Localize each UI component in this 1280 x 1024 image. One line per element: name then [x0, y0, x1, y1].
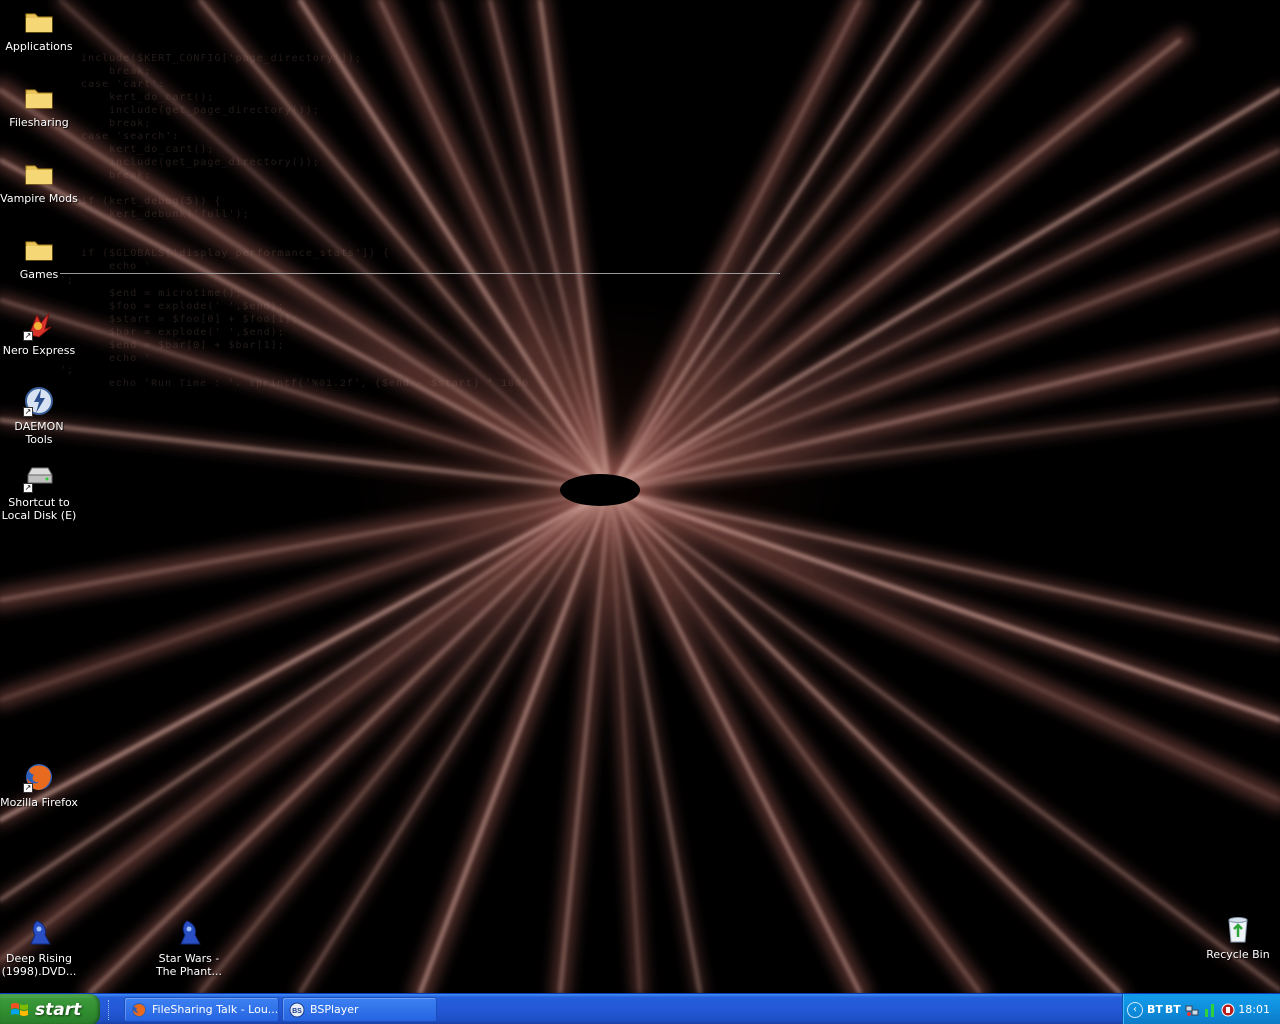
shortcut-arrow-icon: ↗: [23, 783, 33, 793]
icon-label: Shortcut to Local Disk (E): [1, 496, 77, 522]
icon-label: Games: [19, 268, 59, 281]
wallpaper-ray: [609, 149, 1280, 491]
show-hidden-icons-button[interactable]: ‹: [1127, 1001, 1143, 1018]
clock[interactable]: 18:01: [1238, 1003, 1270, 1016]
task-label: FileSharing Talk - Lou...: [152, 1003, 278, 1016]
desktop-icon-nero-express[interactable]: ↗ Nero Express: [0, 309, 78, 357]
svg-text:BS: BS: [292, 1008, 302, 1015]
media-file-icon: [30, 920, 51, 945]
tray-bt-label[interactable]: BT: [1165, 1003, 1181, 1016]
media-file-icon: [180, 920, 201, 945]
tray-bt-label[interactable]: BT: [1147, 1003, 1163, 1016]
icon-label: Star Wars - The Phant...: [155, 952, 223, 978]
folder-icon: [25, 165, 53, 185]
wallpaper-ray: [609, 0, 1071, 491]
taskbar-grip[interactable]: [108, 1000, 112, 1020]
wallpaper: [0, 0, 1280, 993]
task-button-filesharing-talk[interactable]: FileSharing Talk - Lou...: [124, 997, 279, 1022]
desktop-icon-star-wars[interactable]: Star Wars - The Phant...: [150, 917, 228, 978]
icon-label: Applications: [5, 40, 73, 53]
icon-label: Mozilla Firefox: [0, 796, 78, 809]
desktop-icon-recycle-bin[interactable]: Recycle Bin: [1199, 913, 1277, 961]
icon-label: DAEMON Tools: [14, 420, 64, 446]
desktop[interactable]: include($KERT_CONFIG['page_directory']);…: [0, 0, 1280, 993]
task-button-bsplayer[interactable]: BS BSPlayer: [282, 997, 437, 1022]
taskbar: start FileSharing Talk - Lou... BS BSPla…: [0, 993, 1280, 1024]
folder-icon: [25, 89, 53, 109]
desktop-icon-vampire-mods[interactable]: Vampire Mods: [0, 157, 78, 205]
shortcut-arrow-icon: ↗: [23, 407, 33, 417]
wallpaper-ray: [298, 0, 612, 492]
desktop-icon-filesharing[interactable]: Filesharing: [0, 81, 78, 129]
start-label: start: [35, 999, 82, 1020]
firefox-icon: [132, 1002, 146, 1017]
desktop-icon-deep-rising[interactable]: Deep Rising (1998).DVD...: [0, 917, 78, 978]
icon-label: Filesharing: [9, 116, 69, 129]
icon-label: Nero Express: [2, 344, 76, 357]
desktop-icon-daemon-tools[interactable]: ↗ DAEMON Tools: [0, 385, 78, 446]
desktop-icon-local-disk-e[interactable]: ↗ Shortcut to Local Disk (E): [0, 461, 78, 522]
start-button[interactable]: start: [0, 994, 100, 1024]
bsplayer-icon: BS: [289, 1002, 305, 1017]
desktop-icon-applications[interactable]: Applications: [0, 5, 78, 53]
icon-label: Deep Rising (1998).DVD...: [1, 952, 77, 978]
shortcut-arrow-icon: ↗: [23, 331, 33, 341]
windows-logo-icon: [11, 1002, 28, 1016]
desktop-icon-mozilla-firefox[interactable]: ↗ Mozilla Firefox: [0, 761, 78, 809]
desktop-icon-games[interactable]: Games: [0, 233, 78, 281]
network-icon[interactable]: [1185, 1003, 1199, 1017]
icon-label: Recycle Bin: [1206, 948, 1270, 961]
folder-icon: [25, 13, 53, 33]
signal-icon[interactable]: [1203, 1003, 1217, 1017]
wallpaper-core: [560, 474, 640, 506]
task-label: BSPlayer: [310, 1003, 359, 1016]
wallpaper-ray: [609, 489, 1280, 801]
icon-label: Vampire Mods: [0, 192, 78, 205]
shortcut-arrow-icon: ↗: [23, 483, 33, 493]
system-tray: ‹ BT BT 18:01: [1122, 994, 1280, 1024]
folder-icon: [25, 241, 53, 261]
recycle-bin-icon: [1228, 917, 1248, 943]
security-icon[interactable]: [1221, 1003, 1235, 1017]
